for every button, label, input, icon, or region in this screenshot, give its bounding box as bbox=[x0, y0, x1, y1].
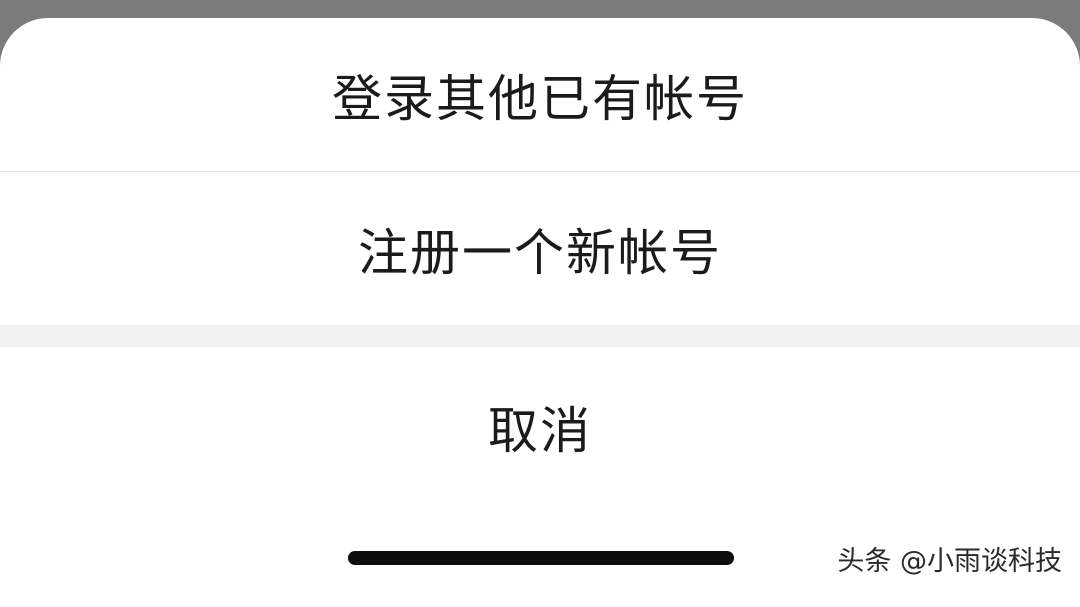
cancel-label: 取消 bbox=[488, 402, 592, 460]
login-other-account-label: 登录其他已有帐号 bbox=[332, 69, 748, 128]
action-sheet: 登录其他已有帐号 注册一个新帐号 取消 bbox=[0, 18, 1080, 607]
watermark-text: 头条 @小雨谈科技 bbox=[837, 546, 1062, 577]
register-new-account-button[interactable]: 注册一个新帐号 bbox=[0, 172, 1080, 325]
group-separator bbox=[0, 325, 1080, 347]
cancel-button[interactable]: 取消 bbox=[0, 347, 1080, 507]
login-other-account-button[interactable]: 登录其他已有帐号 bbox=[0, 18, 1080, 171]
register-new-account-label: 注册一个新帐号 bbox=[358, 223, 722, 282]
home-indicator[interactable] bbox=[348, 551, 734, 565]
